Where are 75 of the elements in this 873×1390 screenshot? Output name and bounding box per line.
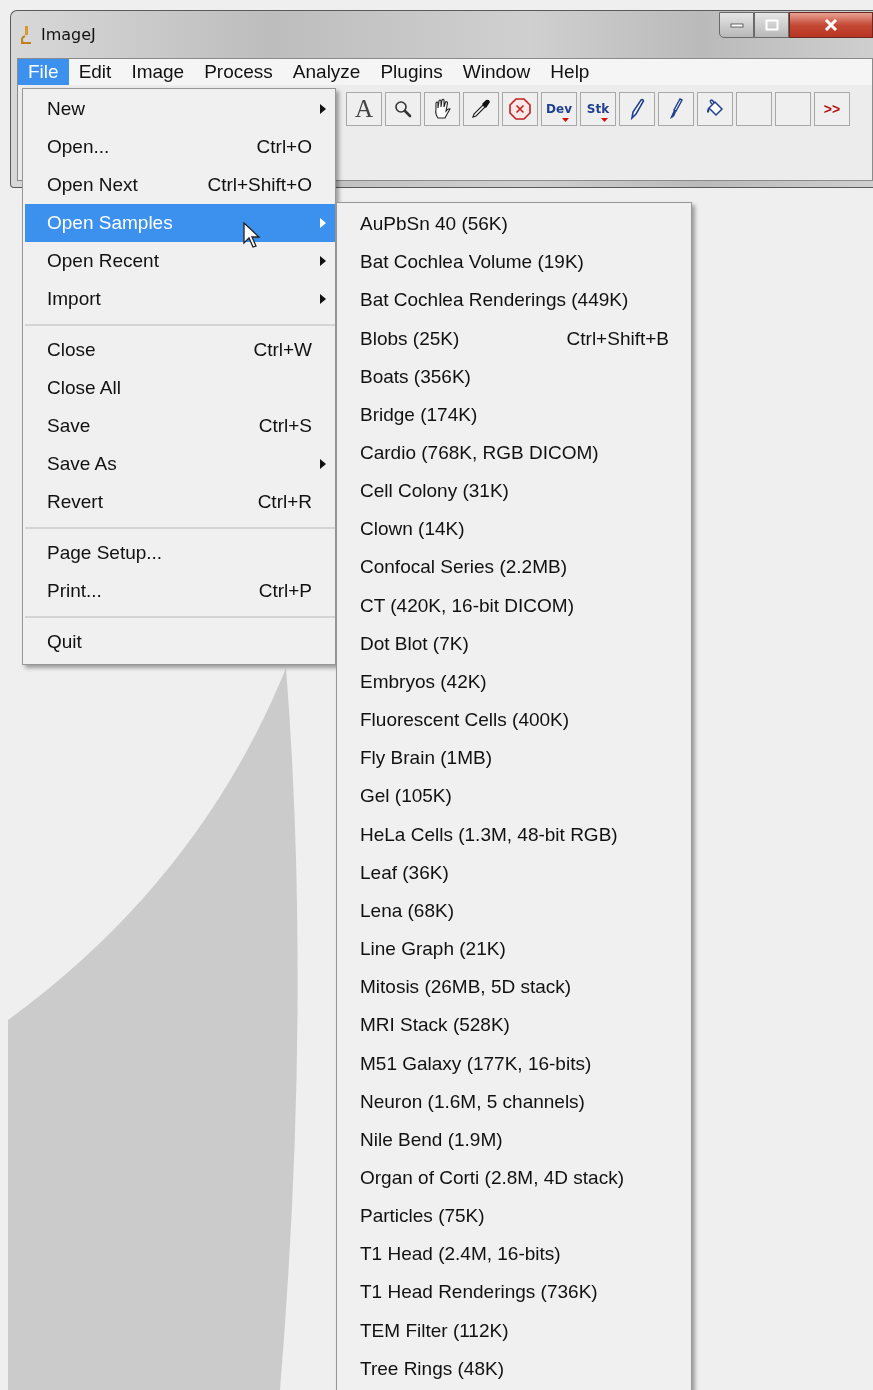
menu-item[interactable]: Open... Ctrl+O [25,128,335,166]
menu-item[interactable]: Cardio (768K, RGB DICOM) [337,433,691,473]
maximize-button[interactable] [754,12,789,38]
menu-item[interactable]: Quit [25,623,335,661]
menu-item[interactable]: T1 Head Renderings (736K) [337,1273,691,1312]
menu-item[interactable]: Embryos (42K) [337,662,691,702]
tool-button[interactable] [424,92,460,126]
menu-item[interactable]: Dot Blot (7K) [337,624,691,663]
menu-item[interactable]: Cell Colony (31K) [337,472,691,511]
menu-item[interactable]: TEM Filter (112K) [337,1311,691,1350]
menu-item[interactable]: CT (420K, 16-bit DICOM) [337,586,691,625]
menu-item[interactable]: Import [25,280,335,318]
minimize-icon [729,22,744,28]
menu-item[interactable]: Save Ctrl+S [25,407,335,445]
menu-item[interactable]: Open Next Ctrl+Shift+O [25,166,335,204]
maximize-icon [764,19,779,31]
menu-item[interactable]: Leaf (36K) [337,853,691,892]
menu-bar-item[interactable]: Help [540,59,600,85]
eyedropper-icon [470,98,492,120]
menu-item[interactable]: HeLa Cells (1.3M, 48-bit RGB) [337,815,691,854]
text-tool-button[interactable]: A [346,92,382,126]
menu-item[interactable]: Fly Brain (1MB) [337,739,691,778]
menu-item[interactable]: Fluorescent Cells (400K) [337,701,691,740]
menu-item[interactable]: Revert Ctrl+R [25,483,335,521]
menu-item[interactable]: Bat Cochlea Renderings (449K) [337,281,691,320]
tool-button[interactable] [619,92,655,126]
more-tools-button[interactable]: >> [814,92,850,126]
menu-bar-item[interactable]: Process [194,59,283,85]
menu-bar-item[interactable]: Analyze [282,59,371,85]
menu-item[interactable]: Bat Cochlea Volume (19K) [337,243,691,282]
tool-button[interactable] [697,92,733,126]
menu-item[interactable]: Confocal Series (2.2MB) [337,548,691,587]
menu-item[interactable]: Line Graph (21K) [337,929,691,969]
menu-bar-item[interactable]: Image [121,59,195,85]
close-button[interactable] [789,12,873,38]
tool-button[interactable] [385,92,421,126]
menu-bar-item[interactable]: Plugins [370,59,453,85]
menu-bar-item[interactable]: Window [452,59,541,85]
menu-item[interactable]: Boats (356K) [337,357,691,396]
microscope-icon [19,24,33,45]
menu-item[interactable]: Gel (105K) [337,777,691,816]
tool-button[interactable] [658,92,694,126]
minimize-button[interactable] [719,12,754,38]
caret-icon [562,118,569,122]
menu-item[interactable]: Print... Ctrl+P [25,572,335,610]
menu-item[interactable]: Particles (75K) [337,1197,691,1236]
menu-item[interactable]: M51 Galaxy (177K, 16-bits) [337,1044,691,1083]
caret-icon [601,118,608,122]
menu-item[interactable]: AuPbSn 40 (56K) [337,205,691,244]
menu-item[interactable]: Tree Rings (48K) [337,1349,691,1388]
menu-item[interactable]: Clown (14K) [337,510,691,549]
menu-item[interactable]: Save As [25,445,335,483]
stop-icon [508,97,532,121]
tool-button[interactable] [463,92,499,126]
toolbar-menu-button[interactable]: Stk [580,92,616,126]
menu-item[interactable]: Nile Bend (1.9M) [337,1120,691,1159]
window-title: ImageJ [41,25,96,44]
menu-item[interactable]: Organ of Corti (2.8M, 4D stack) [337,1158,691,1198]
menu-item[interactable]: Page Setup... [25,534,335,572]
toolbar-menu-button[interactable]: Dev [541,92,577,126]
menu-item[interactable]: Close Ctrl+W [25,331,335,369]
menu-item[interactable]: Neuron (1.6M, 5 channels) [337,1082,691,1121]
menu-item[interactable]: Lena (68K) [337,891,691,930]
menu-item[interactable]: Bridge (174K) [337,395,691,434]
menu-item[interactable]: Close All [25,369,335,407]
magnifier-icon [393,99,413,119]
mouse-cursor-icon [243,222,261,250]
menu-bar-item[interactable]: Edit [68,59,122,85]
menu-item[interactable]: New [25,90,335,128]
menu-item[interactable]: T1 Head (2.4M, 16-bits) [337,1235,691,1274]
menu-item[interactable]: Mitosis (26MB, 5D stack) [337,968,691,1007]
close-icon [823,18,839,32]
menu-item[interactable]: Open Recent [25,242,335,280]
menu-item[interactable]: MRI Stack (528K) [337,1006,691,1045]
menu-item[interactable]: Blobs (25K) Ctrl+Shift+B [337,319,691,358]
